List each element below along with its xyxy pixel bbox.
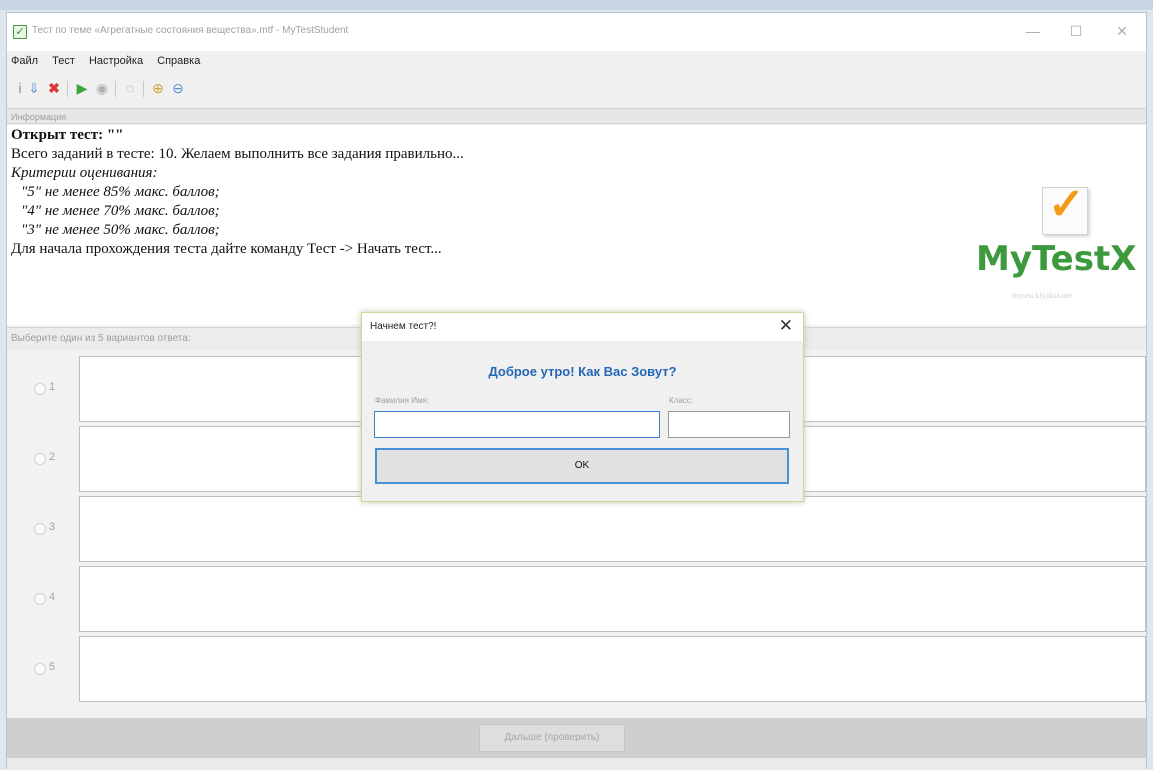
window-title: Тест по теме «Агрегатные состояния вещес…: [32, 25, 349, 36]
logo-url: mytest.klyaksa.net: [1012, 291, 1072, 300]
opened-test-line: Открыт тест: "": [11, 127, 124, 144]
start-hint-text: Для начала прохождения теста дайте коман…: [11, 241, 442, 257]
download-icon[interactable]: ⇓: [25, 79, 43, 97]
answer-box[interactable]: [79, 496, 1146, 562]
dialog-greeting: Доброе утро! Как Вас Зовут?: [488, 364, 677, 379]
play-icon[interactable]: ▶: [73, 79, 91, 97]
criteria-title: Критерии оценивания:: [11, 165, 158, 181]
close-button[interactable]: ✕: [1109, 21, 1135, 41]
toolbar-separator: [115, 81, 116, 97]
menu-file[interactable]: Файл: [7, 53, 42, 67]
dialog-title: Начнем тест?!: [370, 321, 437, 332]
desktop-strip: [0, 0, 1153, 10]
app-check-icon: ✓: [13, 25, 27, 39]
comment-icon[interactable]: ◌: [121, 79, 139, 97]
answer-number: 3: [49, 521, 56, 533]
menu-bar: Файл Тест Настройка Справка: [7, 53, 1146, 73]
opened-label: Открыт тест:: [11, 127, 104, 143]
name-label: Фамилия Имя:: [375, 396, 429, 405]
next-check-button[interactable]: Дальше (проверить): [479, 724, 625, 752]
title-bar: ✓ Тест по теме «Агрегатные состояния вещ…: [7, 13, 1146, 51]
menu-test[interactable]: Тест: [48, 53, 79, 67]
zoom-in-icon[interactable]: ⊕: [149, 79, 167, 97]
class-label: Класс:: [669, 396, 693, 405]
answer-number: 4: [49, 591, 56, 603]
answer-radio[interactable]: [34, 523, 46, 535]
answer-number: 1: [49, 381, 56, 393]
menu-settings[interactable]: Настройка: [85, 53, 147, 67]
answer-row: 5: [7, 636, 1146, 706]
check-icon: ✓: [1048, 180, 1085, 229]
opened-value: "": [106, 127, 124, 143]
minimize-button[interactable]: —: [1020, 21, 1046, 41]
grade-4-criteria: "4" не менее 70% макс. баллов;: [21, 203, 220, 219]
logo-wordmark: MyTestX: [976, 239, 1137, 279]
answer-row: 4: [7, 566, 1146, 636]
dialog-close-icon[interactable]: ✕: [779, 316, 793, 336]
toolbar: i ⇓ ✖ ▶ ◉ ◌ ⊕ ⊖: [11, 77, 311, 101]
answer-radio[interactable]: [34, 453, 46, 465]
menu-help[interactable]: Справка: [153, 53, 204, 67]
answer-row: 3: [7, 496, 1146, 566]
answer-radio[interactable]: [34, 663, 46, 675]
zoom-out-icon[interactable]: ⊖: [169, 79, 187, 97]
toolbar-separator: [67, 81, 68, 97]
answer-number: 2: [49, 451, 56, 463]
mytestx-logo: ✓ MyTestX mytest.klyaksa.net: [972, 180, 1142, 317]
grade-3-criteria: "3" не менее 50% макс. баллов;: [21, 222, 220, 238]
name-input[interactable]: [374, 411, 660, 438]
info-panel: Открыт тест: "" Всего заданий в тесте: 1…: [7, 125, 1146, 325]
toolbar-separator: [143, 81, 144, 97]
answer-radio[interactable]: [34, 593, 46, 605]
answer-box[interactable]: [79, 636, 1146, 702]
maximize-button[interactable]: ☐: [1063, 21, 1089, 41]
footer-bar: Дальше (проверить): [7, 718, 1146, 758]
answer-number: 5: [49, 661, 56, 673]
grade-5-criteria: "5" не менее 85% макс. баллов;: [21, 184, 220, 200]
answer-radio[interactable]: [34, 383, 46, 395]
ok-button[interactable]: OK: [375, 448, 789, 484]
class-input[interactable]: [668, 411, 790, 438]
total-tasks-text: Всего заданий в тесте: 10. Желаем выполн…: [11, 146, 464, 162]
start-test-dialog: Начнем тест?! ✕ Доброе утро! Как Вас Зов…: [361, 312, 804, 502]
dialog-title-bar: Начнем тест?! ✕: [362, 313, 803, 341]
stop-icon[interactable]: ◉: [93, 79, 111, 97]
delete-icon[interactable]: ✖: [45, 79, 63, 97]
answer-box[interactable]: [79, 566, 1146, 632]
info-panel-header: Информация: [7, 108, 1146, 124]
status-bar: [7, 758, 1146, 770]
